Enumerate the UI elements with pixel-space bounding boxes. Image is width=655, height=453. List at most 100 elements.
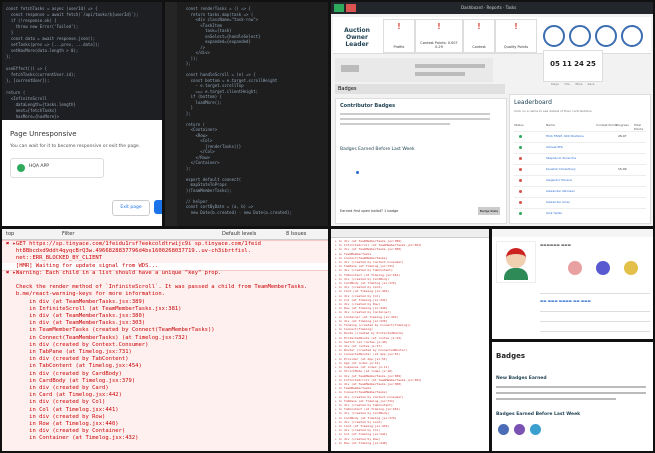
issues-badge[interactable]: 8 Issues: [286, 231, 306, 237]
leaderboard: Leaderboard Click on a name to see detai…: [509, 94, 651, 224]
divider: [540, 311, 650, 312]
dialog-tab-item: HQA APP: [10, 158, 104, 178]
text-line: [340, 118, 490, 120]
avatar-face: [506, 248, 526, 268]
app-icon: [17, 164, 25, 172]
badges-subtitle: Badges Earned Before Last Week: [340, 147, 415, 152]
code-text-2: const renderTasks = () => { return tasks…: [185, 6, 292, 215]
dialog-title: Page Unresponsive: [10, 130, 77, 138]
status-dot: [519, 135, 522, 138]
leaderboard-score: 15.09: [618, 167, 627, 171]
leaderboard-row[interactable]: Adriele PHL: [514, 142, 646, 152]
badges-page-panel: Badges New Badges Earned Badges Earned B…: [492, 342, 653, 451]
leaderboard-name[interactable]: Alexander Arias: [546, 200, 570, 204]
earned-badges-title: Badges Earned Before Last Week: [496, 412, 581, 417]
leaderboard-name[interactable]: Alejandro Moreno: [546, 178, 572, 182]
unresponsive-dialog: Page Unresponsive You can wait for it to…: [2, 120, 162, 226]
wait-button[interactable]: [154, 200, 162, 214]
leaderboard-name[interactable]: Alexander Atkinson: [546, 189, 575, 193]
code-editor-panel-2: const renderTasks = () => { return tasks…: [165, 2, 328, 226]
summary-cards: Auction Owner Leader ! Profile ! Contest P…: [333, 17, 651, 54]
alert-icon: !: [437, 22, 441, 31]
badge-icon[interactable]: [514, 424, 525, 435]
leaderboard-row[interactable]: Alok Yadav: [514, 208, 646, 218]
profile-header: [492, 229, 653, 237]
text-line: [340, 123, 450, 125]
leaderboard-title: Leaderboard: [514, 99, 552, 106]
text-line: [340, 113, 490, 115]
stack-trace: ▸ in div (at TeamMemberTasks.jsx:389) ▸ …: [335, 239, 422, 445]
status-dot: [519, 190, 522, 193]
summary-card[interactable]: ! Contest Points: 0.007 0.29: [415, 19, 463, 53]
app-topbar: Dashboard · Reports · Tasks: [331, 2, 653, 14]
status-dot: [519, 168, 522, 171]
line-gutter: [165, 2, 177, 226]
new-badges-title: New Badges Earned: [496, 376, 547, 381]
exit-page-button[interactable]: Exit page: [112, 200, 150, 216]
leaderboard-row[interactable]: Kaushik Chowdhury 15.09: [514, 164, 646, 174]
badge-avatar: [624, 261, 638, 275]
topbar-nav[interactable]: Dashboard · Reports · Tasks: [461, 5, 516, 10]
app-dashboard-panel: Dashboard · Reports · Tasks Auction Owne…: [331, 2, 653, 226]
status-dot: [519, 201, 522, 204]
leaderboard-name[interactable]: Stephen K Surendra: [546, 156, 576, 160]
devtools-toolbar: [331, 229, 489, 238]
badge-icon[interactable]: [530, 424, 541, 435]
leaderboard-note: Click on a name to see details of their …: [514, 109, 592, 113]
badge-icons: [541, 19, 649, 51]
badges-title: Contributor Badges: [340, 103, 396, 109]
profile-tabs[interactable]: ▬▬ ▬▬▬ ▬▬▬▬ ▬▬ ▬▬▬: [540, 299, 591, 303]
leaderboard-name[interactable]: HQA TEAM, 900 Positions: [546, 134, 584, 138]
alert-icon: !: [397, 22, 401, 31]
filter-input[interactable]: Filter: [62, 231, 74, 237]
dialog-tab-label: HQA APP: [29, 164, 49, 169]
placeholder-bar: [415, 72, 465, 76]
leaderboard-row[interactable]: Alexander Arias: [514, 197, 646, 207]
devtools-console: top Filter Default levels 8 Issues ✖ ▸GE…: [2, 229, 328, 451]
badge-icon: [543, 25, 565, 47]
status-dot: [519, 212, 522, 215]
leaderboard-row[interactable]: Alejandro Moreno: [514, 175, 646, 185]
avatar-body: [504, 268, 528, 280]
badges-header: Badges: [335, 84, 505, 94]
summary-card[interactable]: ! Profile: [383, 19, 415, 53]
placeholder-bar: [341, 65, 359, 72]
context-select[interactable]: top: [6, 231, 14, 237]
card-title: Auction Owner Leader: [344, 27, 370, 48]
code-text: const fetchTasks = async (userId) => { c…: [6, 6, 139, 119]
status-dot: [519, 157, 522, 160]
summary-card[interactable]: ! Quality Points: [495, 19, 537, 53]
green-button[interactable]: [334, 4, 344, 12]
placeholder-bar: [415, 64, 485, 68]
divider: [540, 331, 650, 332]
badge-dot: [356, 171, 359, 174]
console-toolbar: top Filter Default levels 8 Issues: [2, 229, 328, 240]
leaderboard-row[interactable]: Stephen K Surendra: [514, 153, 646, 163]
leaderboard-name[interactable]: Adriele PHL: [546, 145, 563, 149]
divider: [540, 321, 650, 322]
status-dot: [519, 146, 522, 149]
red-button[interactable]: [346, 4, 356, 12]
badge-icon: [569, 25, 591, 47]
badge-avatar: [568, 261, 582, 275]
badge-icon: [621, 25, 643, 47]
alert-icon: !: [514, 22, 518, 31]
text-line: [496, 398, 616, 400]
badge-stats-button[interactable]: Badge Stats: [478, 207, 500, 215]
leaderboard-name[interactable]: Kaushik Chowdhury: [546, 167, 576, 171]
divider: [540, 293, 650, 294]
badges-page-title: Badges: [496, 352, 525, 360]
leaderboard-row[interactable]: HQA TEAM, 900 Positions 26.07: [514, 131, 646, 141]
badge-icon[interactable]: [498, 424, 509, 435]
status-dot: [519, 179, 522, 182]
badges-footer: Earned first open ballot? 1 badge: [340, 209, 399, 213]
code-editor-panel: const fetchTasks = async (userId) => { c…: [2, 2, 162, 226]
weekly-summary: [335, 58, 493, 82]
leaderboard-name[interactable]: Alok Yadav: [546, 211, 562, 215]
avatar: [496, 241, 536, 283]
text-line: [496, 386, 646, 388]
summary-card[interactable]: ! Contest: [463, 19, 495, 53]
text-line: [496, 392, 646, 394]
levels-select[interactable]: Default levels: [222, 231, 256, 237]
leaderboard-row[interactable]: Alexander Atkinson: [514, 186, 646, 196]
